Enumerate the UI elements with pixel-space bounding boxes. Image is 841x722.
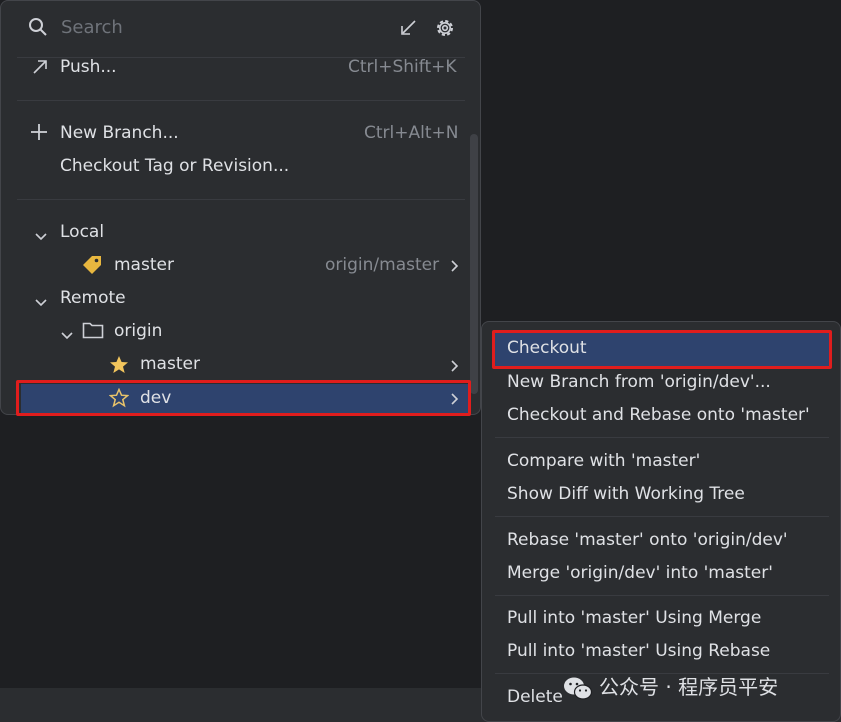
push-action[interactable]: Push... <box>60 51 117 83</box>
watermark-text: 公众号 · 程序员平安 <box>599 675 779 699</box>
divider <box>17 100 465 101</box>
highlight-box <box>492 330 832 369</box>
local-branch-master[interactable]: master <box>114 249 174 281</box>
menu-item-compare[interactable]: Compare with 'master' <box>507 445 700 477</box>
remote-branch-master[interactable]: master <box>140 348 200 380</box>
menu-item-new-branch-from[interactable]: New Branch from 'origin/dev'... <box>507 366 771 398</box>
menu-item-rebase[interactable]: Rebase 'master' onto 'origin/dev' <box>507 524 788 556</box>
divider <box>495 595 829 596</box>
tag-icon <box>82 255 102 280</box>
chevron-right-icon[interactable] <box>450 258 460 278</box>
menu-item-pull-rebase[interactable]: Pull into 'master' Using Rebase <box>507 635 770 667</box>
wechat-icon <box>564 677 593 700</box>
remote-origin-label[interactable]: origin <box>114 315 162 347</box>
checkout-tag-action[interactable]: Checkout Tag or Revision... <box>60 150 289 182</box>
remote-group-label[interactable]: Remote <box>60 282 126 314</box>
push-arrow-icon <box>32 59 48 80</box>
local-group-label[interactable]: Local <box>60 216 104 248</box>
search-icon <box>28 17 48 42</box>
highlight-box <box>16 380 471 416</box>
collapse-arrow-icon[interactable] <box>399 19 417 42</box>
tracking-branch-label: origin/master <box>325 255 440 275</box>
push-shortcut: Ctrl+Shift+K <box>348 57 457 77</box>
new-branch-shortcut: Ctrl+Alt+N <box>364 123 459 143</box>
chevron-down-icon[interactable] <box>60 326 74 346</box>
menu-item-checkout-and-rebase[interactable]: Checkout and Rebase onto 'master' <box>507 399 810 431</box>
menu-item-merge[interactable]: Merge 'origin/dev' into 'master' <box>507 557 773 589</box>
chevron-down-icon[interactable] <box>34 227 48 247</box>
git-branches-popup: Search Push... Ctrl+Shift+K New Branch..… <box>0 0 481 415</box>
scrollbar[interactable] <box>470 134 478 394</box>
plus-icon <box>30 123 48 146</box>
star-filled-icon <box>109 355 129 380</box>
menu-item-pull-merge[interactable]: Pull into 'master' Using Merge <box>507 602 761 634</box>
gear-icon[interactable] <box>434 17 456 44</box>
new-branch-action[interactable]: New Branch... <box>60 117 179 149</box>
menu-item-delete[interactable]: Delete <box>507 681 563 713</box>
folder-icon <box>82 321 104 344</box>
search-input[interactable]: Search <box>61 17 123 38</box>
watermark: 公众号 · 程序员平安 <box>563 671 778 702</box>
divider <box>17 199 465 200</box>
divider <box>495 516 829 517</box>
chevron-right-icon[interactable] <box>450 358 460 378</box>
menu-item-show-diff[interactable]: Show Diff with Working Tree <box>507 478 745 510</box>
divider <box>495 437 829 438</box>
search-bar[interactable]: Search <box>1 1 480 57</box>
chevron-down-icon[interactable] <box>34 293 48 313</box>
